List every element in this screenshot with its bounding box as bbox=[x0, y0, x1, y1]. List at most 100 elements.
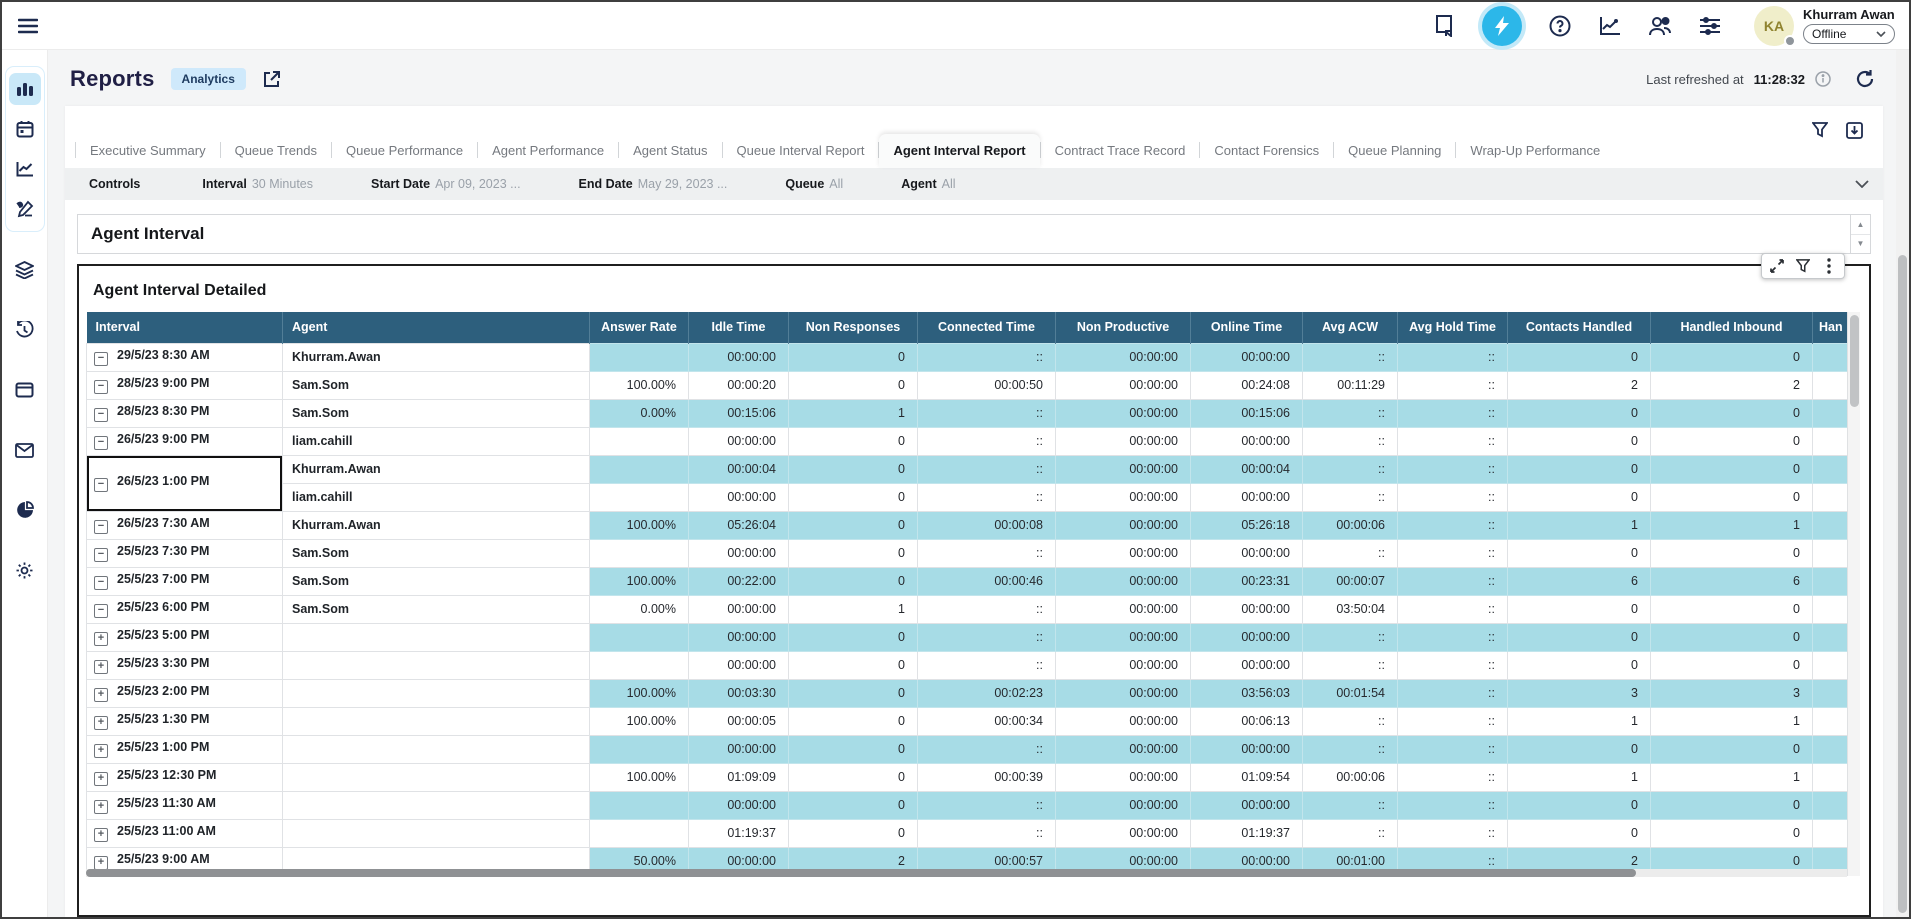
control-filter-queue[interactable]: QueueAll bbox=[785, 177, 843, 191]
status-dropdown[interactable]: Offline bbox=[1803, 24, 1895, 44]
spinner-up-icon[interactable]: ▲ bbox=[1851, 215, 1870, 235]
collapse-toggle-icon[interactable]: − bbox=[94, 548, 108, 562]
metrics-icon[interactable] bbox=[1598, 14, 1622, 38]
control-filter-agent[interactable]: AgentAll bbox=[901, 177, 955, 191]
expand-toggle-icon[interactable]: + bbox=[94, 744, 108, 758]
page-scrollbar-thumb[interactable] bbox=[1898, 255, 1907, 913]
sidebar-item-reports[interactable] bbox=[9, 73, 41, 105]
sidebar-item-settings[interactable] bbox=[9, 554, 41, 586]
tab-executive-summary[interactable]: Executive Summary bbox=[76, 134, 220, 168]
interval-cell[interactable]: −26/5/23 7:30 AM bbox=[87, 511, 283, 539]
column-header-non-responses[interactable]: Non Responses bbox=[789, 312, 918, 343]
expand-toggle-icon[interactable]: + bbox=[94, 632, 108, 646]
collapse-toggle-icon[interactable]: − bbox=[94, 408, 108, 422]
column-header-handled-inbound[interactable]: Handled Inbound bbox=[1651, 312, 1813, 343]
sidebar-item-mail[interactable] bbox=[9, 434, 41, 466]
table-vertical-scrollbar[interactable] bbox=[1847, 312, 1860, 876]
control-filter-end-date[interactable]: End DateMay 29, 2023 ... bbox=[579, 177, 728, 191]
interval-cell[interactable]: −25/5/23 7:30 PM bbox=[87, 539, 283, 567]
expand-toggle-icon[interactable]: + bbox=[94, 660, 108, 674]
interval-cell[interactable]: +25/5/23 12:30 PM bbox=[87, 763, 283, 791]
expand-toggle-icon[interactable]: + bbox=[94, 716, 108, 730]
interval-cell[interactable]: −25/5/23 6:00 PM bbox=[87, 595, 283, 623]
tab-contact-forensics[interactable]: Contact Forensics bbox=[1200, 134, 1333, 168]
column-header-online-time[interactable]: Online Time bbox=[1191, 312, 1303, 343]
controls-bar[interactable]: Controls Interval30 MinutesStart DateApr… bbox=[65, 168, 1883, 200]
interval-cell[interactable]: −28/5/23 9:00 PM bbox=[87, 371, 283, 399]
controls-chevron-down-icon[interactable] bbox=[1855, 180, 1869, 188]
tab-wrap-up-performance[interactable]: Wrap-Up Performance bbox=[1456, 134, 1614, 168]
collapse-toggle-icon[interactable]: − bbox=[94, 520, 108, 534]
interval-cell[interactable]: −25/5/23 7:00 PM bbox=[87, 567, 283, 595]
avatar[interactable]: KA bbox=[1754, 6, 1794, 46]
interval-cell[interactable]: +25/5/23 2:00 PM bbox=[87, 679, 283, 707]
expand-widget-icon[interactable] bbox=[1766, 256, 1788, 276]
notes-icon[interactable] bbox=[1432, 14, 1456, 38]
external-link-icon[interactable] bbox=[262, 70, 281, 89]
info-icon[interactable] bbox=[1815, 71, 1831, 87]
settings-sliders-icon[interactable] bbox=[1698, 14, 1722, 38]
hamburger-menu-icon[interactable] bbox=[18, 18, 38, 34]
tab-agent-status[interactable]: Agent Status bbox=[619, 134, 721, 168]
sidebar-item-window[interactable] bbox=[9, 374, 41, 406]
sidebar-item-designer[interactable] bbox=[9, 193, 41, 225]
tab-contract-trace-record[interactable]: Contract Trace Record bbox=[1041, 134, 1200, 168]
tab-queue-trends[interactable]: Queue Trends bbox=[221, 134, 331, 168]
column-header-interval[interactable]: Interval bbox=[87, 312, 283, 343]
collapse-toggle-icon[interactable]: − bbox=[94, 576, 108, 590]
quick-connect-bolt-icon[interactable] bbox=[1482, 6, 1522, 46]
help-icon[interactable] bbox=[1548, 14, 1572, 38]
tab-agent-interval-report[interactable]: Agent Interval Report bbox=[879, 134, 1039, 168]
table-horizontal-scrollbar-thumb[interactable] bbox=[86, 869, 1636, 877]
control-filter-interval[interactable]: Interval30 Minutes bbox=[202, 177, 313, 191]
control-filter-start-date[interactable]: Start DateApr 09, 2023 ... bbox=[371, 177, 521, 191]
sidebar-item-reporting[interactable] bbox=[9, 494, 41, 526]
download-icon[interactable] bbox=[1846, 122, 1863, 139]
interval-cell[interactable]: −28/5/23 8:30 PM bbox=[87, 399, 283, 427]
widget-filter-icon[interactable] bbox=[1792, 256, 1814, 276]
column-header-connected-time[interactable]: Connected Time bbox=[918, 312, 1056, 343]
column-header-avg-acw[interactable]: Avg ACW bbox=[1303, 312, 1398, 343]
column-header-non-productive[interactable]: Non Productive bbox=[1056, 312, 1191, 343]
interval-cell[interactable]: −29/5/23 8:30 AM bbox=[87, 343, 283, 371]
interval-cell[interactable]: +25/5/23 11:00 AM bbox=[87, 819, 283, 847]
page-scrollbar[interactable] bbox=[1896, 50, 1909, 917]
collapse-toggle-icon[interactable]: − bbox=[94, 380, 108, 394]
tab-queue-planning[interactable]: Queue Planning bbox=[1334, 134, 1455, 168]
spinner-down-icon[interactable]: ▼ bbox=[1851, 235, 1870, 254]
collapse-toggle-icon[interactable]: − bbox=[94, 478, 108, 492]
column-header-idle-time[interactable]: Idle Time bbox=[689, 312, 789, 343]
sidebar-item-history[interactable] bbox=[9, 314, 41, 346]
collapse-toggle-icon[interactable]: − bbox=[94, 436, 108, 450]
tab-agent-performance[interactable]: Agent Performance bbox=[478, 134, 618, 168]
table-horizontal-scrollbar[interactable] bbox=[86, 869, 1847, 877]
agents-icon[interactable] bbox=[1648, 14, 1672, 38]
column-header-contacts-handled[interactable]: Contacts Handled bbox=[1508, 312, 1651, 343]
refresh-icon[interactable] bbox=[1855, 69, 1875, 89]
widget-kebab-menu-icon[interactable] bbox=[1818, 256, 1840, 276]
collapse-toggle-icon[interactable]: − bbox=[94, 604, 108, 618]
column-header-agent[interactable]: Agent bbox=[283, 312, 590, 343]
tab-queue-interval-report[interactable]: Queue Interval Report bbox=[723, 134, 879, 168]
sidebar-item-layers[interactable] bbox=[9, 254, 41, 286]
interval-cell[interactable]: −26/5/23 9:00 PM bbox=[87, 427, 283, 455]
expand-toggle-icon[interactable]: + bbox=[94, 772, 108, 786]
interval-cell[interactable]: −26/5/23 1:00 PM bbox=[87, 455, 283, 511]
expand-toggle-icon[interactable]: + bbox=[94, 828, 108, 842]
filter-icon[interactable] bbox=[1812, 122, 1828, 139]
expand-toggle-icon[interactable]: + bbox=[94, 800, 108, 814]
interval-cell[interactable]: +25/5/23 11:30 AM bbox=[87, 791, 283, 819]
column-header-avg-hold-time[interactable]: Avg Hold Time bbox=[1398, 312, 1508, 343]
column-header-answer-rate[interactable]: Answer Rate bbox=[590, 312, 689, 343]
collapse-toggle-icon[interactable]: − bbox=[94, 352, 108, 366]
interval-cell[interactable]: +25/5/23 5:00 PM bbox=[87, 623, 283, 651]
widget-list-item[interactable]: Agent Interval bbox=[77, 214, 1851, 254]
column-header-han[interactable]: Han bbox=[1813, 312, 1848, 343]
interval-cell[interactable]: +25/5/23 1:00 PM bbox=[87, 735, 283, 763]
table-vertical-scrollbar-thumb[interactable] bbox=[1850, 315, 1859, 407]
interval-cell[interactable]: +25/5/23 1:30 PM bbox=[87, 707, 283, 735]
sidebar-item-calendar[interactable] bbox=[9, 113, 41, 145]
interval-cell[interactable]: +25/5/23 3:30 PM bbox=[87, 651, 283, 679]
sidebar-item-trends[interactable] bbox=[9, 153, 41, 185]
expand-toggle-icon[interactable]: + bbox=[94, 688, 108, 702]
